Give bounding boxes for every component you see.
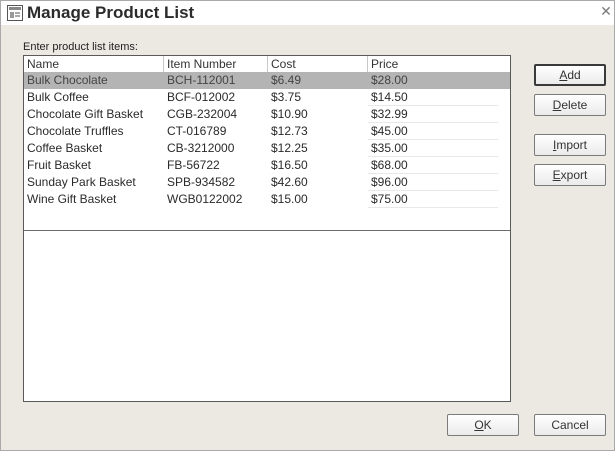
column-header-price[interactable]: Price: [368, 56, 508, 72]
export-button[interactable]: Export: [534, 164, 606, 186]
cell-item-number: FB-56722: [167, 158, 220, 172]
delete-button[interactable]: Delete: [534, 94, 606, 116]
cell-cost: $12.25: [271, 141, 308, 155]
product-list-view[interactable]: Name Item Number Cost Price Bulk Chocola…: [23, 55, 511, 402]
delete-label-post: elete: [561, 98, 588, 112]
table-row[interactable]: Bulk Coffee BCF-012002 $3.75 $14.50: [24, 89, 510, 106]
cell-price: $28.00: [371, 73, 408, 87]
cell-cost: $16.50: [271, 158, 308, 172]
cell-price: $96.00: [371, 175, 408, 189]
cancel-label: Cancel: [551, 418, 589, 432]
cell-price: $14.50: [371, 90, 408, 104]
table-row[interactable]: Chocolate Truffles CT-016789 $12.73 $45.00: [24, 123, 510, 140]
cell-name: Bulk Chocolate: [27, 73, 108, 87]
export-label-post: xport: [560, 168, 588, 182]
manage-product-list-dialog: Manage Product List ✕ Enter product list…: [0, 0, 615, 451]
cell-name: Sunday Park Basket: [27, 175, 136, 189]
cell-item-number: CGB-232004: [167, 107, 238, 121]
close-icon[interactable]: ✕: [600, 3, 612, 19]
row-divider: [368, 207, 498, 208]
column-header-name[interactable]: Name: [24, 56, 164, 72]
cell-item-number: CT-016789: [167, 124, 227, 138]
cell-item-number: BCH-112001: [167, 73, 236, 87]
ok-button[interactable]: OK: [447, 414, 519, 436]
table-row[interactable]: Coffee Basket CB-3212000 $12.25 $35.00: [24, 140, 510, 157]
title-bar[interactable]: Manage Product List ✕: [1, 1, 614, 25]
table-row[interactable]: Wine Gift Basket WGB0122002 $15.00 $75.00: [24, 191, 510, 208]
cell-cost: $3.75: [271, 90, 302, 104]
cell-name: Chocolate Gift Basket: [27, 107, 144, 121]
cell-name: Fruit Basket: [27, 158, 92, 172]
table-row[interactable]: Fruit Basket FB-56722 $16.50 $68.00: [24, 157, 510, 174]
column-header-cost[interactable]: Cost: [268, 56, 368, 72]
ok-label-mnemonic: O: [474, 418, 484, 432]
cell-item-number: SPB-934582: [167, 175, 236, 189]
list-header: Name Item Number Cost Price: [24, 56, 510, 72]
cell-item-number: CB-3212000: [167, 141, 235, 155]
table-row[interactable]: Chocolate Gift Basket CGB-232004 $10.90 $32…: [24, 106, 510, 123]
cell-cost: $12.73: [271, 124, 308, 138]
cell-cost: $15.00: [271, 192, 308, 206]
list-separator: [24, 230, 510, 231]
add-button[interactable]: Add: [534, 64, 606, 86]
cell-name: Coffee Basket: [27, 141, 103, 155]
cell-price: $68.00: [371, 158, 408, 172]
cell-name: Chocolate Truffles: [27, 124, 124, 138]
table-row[interactable]: Sunday Park Basket SPB-934582 $42.60 $96.00: [24, 174, 510, 191]
cell-item-number: WGB0122002: [167, 192, 243, 206]
import-button[interactable]: Import: [534, 134, 606, 156]
cancel-button[interactable]: Cancel: [534, 414, 606, 436]
cell-name: Bulk Coffee: [27, 90, 89, 104]
app-window-icon: [7, 5, 23, 21]
ok-label-post: K: [483, 418, 492, 432]
list-body: Bulk Chocolate BCH-112001 $6.49 $28.00 Bulk …: [24, 72, 510, 230]
window-title: Manage Product List: [27, 3, 195, 22]
column-header-item-number[interactable]: Item Number: [164, 56, 268, 72]
cell-item-number: BCF-012002: [167, 90, 236, 104]
delete-label-mnemonic: D: [552, 98, 562, 112]
product-list-prompt: Enter product list items:: [23, 41, 138, 53]
cell-cost: $42.60: [271, 175, 308, 189]
cell-price: $45.00: [371, 124, 408, 138]
import-label-post: mport: [556, 138, 588, 152]
cell-name: Wine Gift Basket: [27, 192, 117, 206]
cell-price: $75.00: [371, 192, 408, 206]
cell-cost: $10.90: [271, 107, 308, 121]
table-row[interactable]: Bulk Chocolate BCH-112001 $6.49 $28.00: [24, 72, 510, 89]
cell-cost: $6.49: [271, 73, 302, 87]
export-label-mnemonic: E: [552, 168, 561, 182]
add-label-post: dd: [567, 68, 581, 82]
cell-price: $35.00: [371, 141, 408, 155]
cell-price: $32.99: [371, 107, 408, 121]
